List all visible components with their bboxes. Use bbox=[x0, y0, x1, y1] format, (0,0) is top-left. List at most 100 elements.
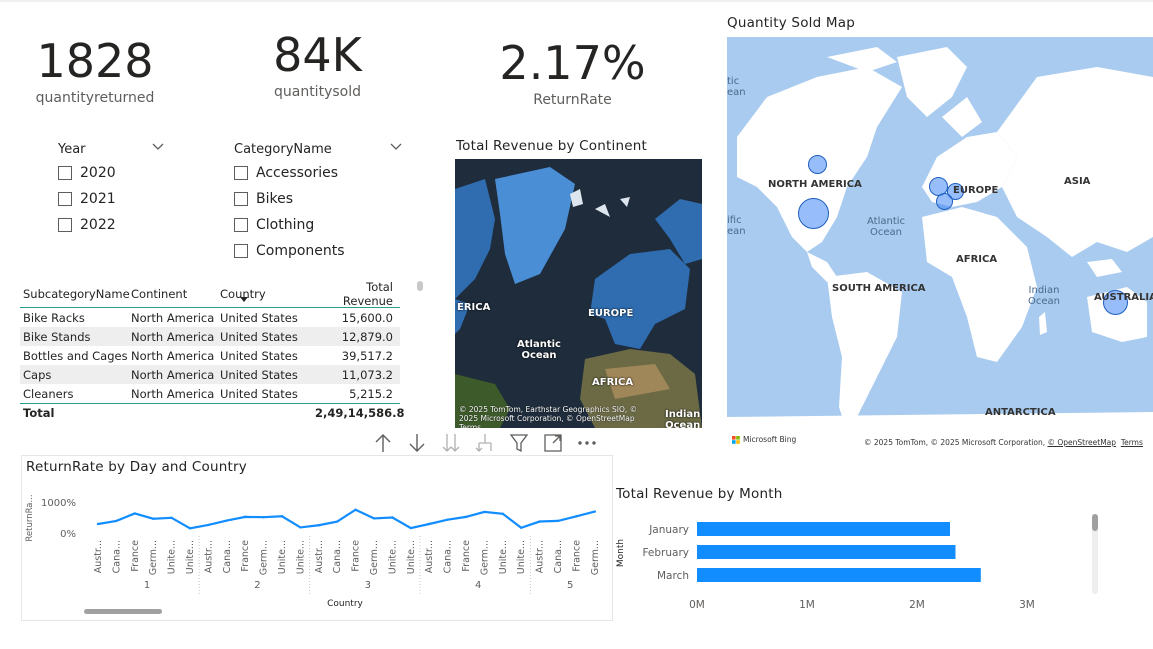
openstreetmap-link[interactable]: © OpenStreetMap bbox=[1047, 438, 1116, 447]
chevron-down-icon[interactable] bbox=[152, 140, 164, 154]
horizontal-scrollbar[interactable] bbox=[84, 609, 162, 614]
slicer-option[interactable]: 2022 bbox=[58, 212, 168, 238]
map-label-asia: ASIA bbox=[1064, 176, 1091, 187]
continent-satellite-map[interactable]: ERICA EUROPE Atlantic Ocean AFRICA Indian… bbox=[455, 159, 702, 428]
checkbox[interactable] bbox=[234, 192, 248, 206]
data-point bbox=[170, 516, 173, 520]
map-attribution: © 2025 TomTom, © 2025 Microsoft Corporat… bbox=[864, 438, 1143, 447]
slicer-option[interactable]: 2020 bbox=[58, 160, 168, 186]
bubble-canada[interactable] bbox=[808, 155, 827, 174]
data-point bbox=[593, 510, 596, 513]
y-tick-label: January bbox=[648, 524, 689, 536]
slicer-title: Year bbox=[58, 142, 86, 157]
kpi-label: quantitysold bbox=[273, 84, 361, 100]
table-row[interactable]: Caps North America United States 11,073.2 bbox=[20, 365, 400, 384]
map-label-antarctica: ANTARCTICA bbox=[985, 407, 1056, 418]
data-point bbox=[299, 526, 302, 529]
group-label: 3 bbox=[365, 580, 371, 591]
bubble-united-states[interactable] bbox=[798, 198, 829, 229]
table-row[interactable]: Bike Stands North America United States 12,… bbox=[20, 327, 400, 346]
bubble-france[interactable] bbox=[936, 193, 953, 210]
slicer-header[interactable]: Year bbox=[58, 142, 168, 160]
checkbox[interactable] bbox=[58, 192, 72, 206]
focus-mode-icon[interactable] bbox=[536, 430, 570, 456]
map-label-north-america: NORTH AMERICA bbox=[768, 179, 862, 190]
series-line-returnrate bbox=[97, 508, 596, 530]
data-point bbox=[280, 515, 284, 518]
group-label: 2 bbox=[254, 580, 260, 591]
map-label-america: ERICA bbox=[457, 302, 491, 313]
data-point bbox=[446, 518, 449, 521]
x-tick-label: Cana... bbox=[222, 540, 233, 573]
slicer-option[interactable]: Bikes bbox=[234, 186, 404, 212]
kpi-card-returnrate[interactable]: 2.17% ReturnRate bbox=[495, 36, 650, 108]
table-row[interactable]: Bottles and Cages North America United Sta… bbox=[20, 346, 400, 365]
data-point bbox=[372, 517, 376, 520]
data-point bbox=[133, 512, 136, 515]
slicer-option[interactable]: Accessories bbox=[234, 160, 404, 186]
column-header[interactable]: Total Revenue bbox=[315, 280, 393, 308]
year-slicer: Year 2020 2021 2022 bbox=[58, 142, 168, 238]
x-tick-label: Austr... bbox=[203, 540, 214, 573]
checkbox[interactable] bbox=[58, 166, 72, 180]
checkbox[interactable] bbox=[234, 244, 248, 258]
quantity-map-title: Quantity Sold Map bbox=[727, 15, 855, 31]
kpi-card-quantitysold[interactable]: 84K quantitysold bbox=[240, 28, 395, 100]
table-total-row: Total 2,49,14,586.8 bbox=[20, 403, 405, 421]
kpi-label: ReturnRate bbox=[533, 92, 612, 108]
data-point bbox=[501, 512, 504, 515]
arrow-down-icon[interactable] bbox=[400, 430, 434, 456]
revenue-month-title: Total Revenue by Month bbox=[616, 486, 783, 502]
top-divider bbox=[0, 0, 1153, 2]
map-label-atlantic: Atlantic Ocean bbox=[867, 216, 906, 238]
data-point bbox=[538, 520, 541, 523]
data-point bbox=[556, 519, 560, 523]
arrow-up-icon[interactable] bbox=[366, 430, 400, 456]
x-tick-label: France bbox=[351, 540, 362, 572]
kpi-card-quantityreturned[interactable]: 1828 quantityreturned bbox=[20, 34, 170, 106]
x-tick-label: 1M bbox=[799, 599, 815, 611]
chevron-down-icon[interactable] bbox=[390, 140, 402, 154]
more-options-icon[interactable] bbox=[570, 430, 604, 456]
column-header[interactable]: SubcategoryName bbox=[20, 287, 131, 301]
satellite-imagery bbox=[455, 159, 702, 428]
x-tick-label: Austr... bbox=[535, 540, 546, 573]
group-label: 5 bbox=[567, 580, 573, 591]
table-row[interactable]: Cleaners North America United States 5,215.… bbox=[20, 384, 400, 403]
vertical-scrollbar[interactable] bbox=[1092, 514, 1098, 594]
quantity-sold-map[interactable]: NORTH AMERICA EUROPE ASIA AFRICA SOUTH A… bbox=[727, 37, 1153, 452]
map-label-south-america: SOUTH AMERICA bbox=[832, 283, 926, 294]
checkbox[interactable] bbox=[234, 166, 248, 180]
double-arrow-down-icon[interactable] bbox=[434, 430, 468, 456]
map-label-indian: Indian Ocean bbox=[1028, 285, 1060, 307]
column-header[interactable]: Continent bbox=[131, 287, 220, 301]
kpi-value: 1828 bbox=[36, 34, 154, 88]
y-axis-label: Month bbox=[616, 539, 626, 567]
sort-descending-icon[interactable] bbox=[240, 297, 248, 302]
checkbox[interactable] bbox=[234, 218, 248, 232]
table-scrollbar[interactable] bbox=[417, 281, 423, 291]
x-tick-label: 0M bbox=[689, 599, 705, 611]
terms-link[interactable]: Terms bbox=[1121, 438, 1143, 447]
x-tick-label: Germ... bbox=[590, 540, 601, 575]
data-point bbox=[354, 508, 357, 511]
x-tick-label: Cana... bbox=[111, 540, 122, 573]
table-row[interactable]: Bike Racks North America United States 15,6… bbox=[20, 308, 400, 327]
data-point bbox=[409, 526, 412, 530]
slicer-option[interactable]: Components bbox=[234, 238, 404, 264]
x-tick-label: France bbox=[571, 540, 582, 572]
returnrate-chart-panel[interactable]: ReturnRate by Day and Country ReturnRa..… bbox=[21, 455, 613, 621]
checkbox[interactable] bbox=[58, 218, 72, 232]
kpi-value: 84K bbox=[273, 28, 362, 82]
column-header[interactable]: Country bbox=[220, 287, 315, 301]
slicer-option[interactable]: 2021 bbox=[58, 186, 168, 212]
scrollbar-thumb[interactable] bbox=[1092, 514, 1098, 531]
group-label: 1 bbox=[144, 580, 150, 591]
slicer-option[interactable]: Clothing bbox=[234, 212, 404, 238]
map-label-atlantic: Atlantic Ocean bbox=[517, 339, 561, 361]
y-axis-label: ReturnRa... bbox=[25, 494, 35, 541]
filter-icon[interactable] bbox=[502, 430, 536, 456]
expand-hierarchy-icon[interactable] bbox=[468, 430, 502, 456]
slicer-header[interactable]: CategoryName bbox=[234, 142, 404, 160]
group-label: 4 bbox=[475, 580, 481, 591]
